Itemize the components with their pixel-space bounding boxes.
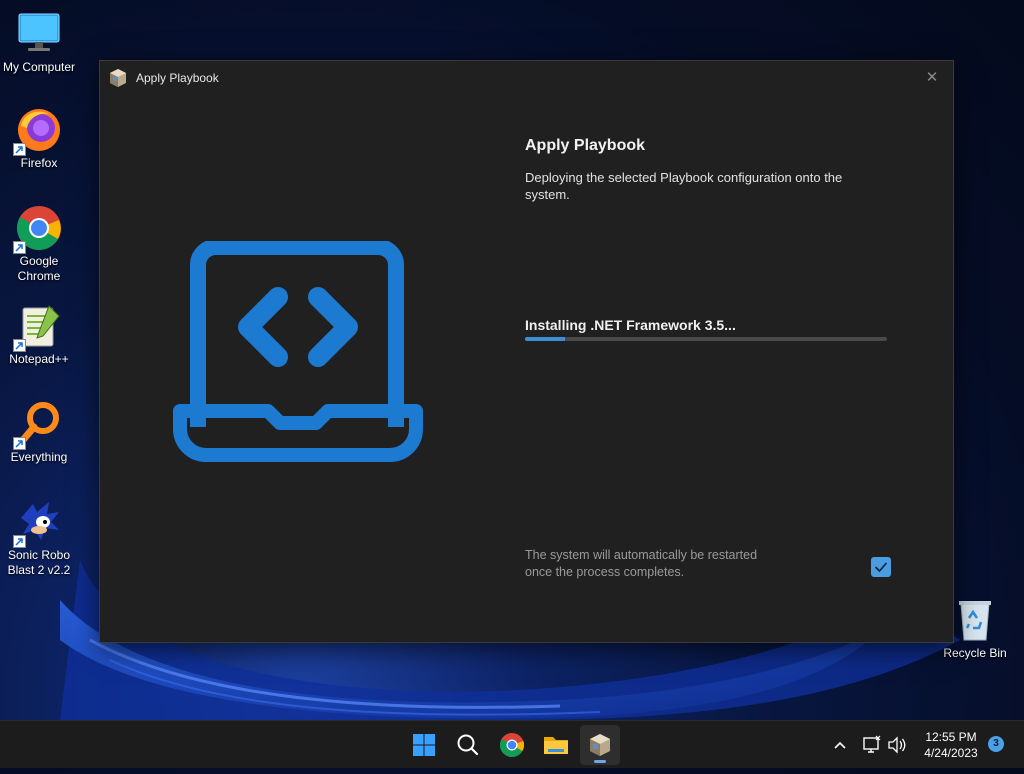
title-bar[interactable]: Apply Playbook ✕ (100, 61, 953, 95)
windows-logo-icon (413, 734, 435, 756)
desktop-icon-sonic-robo-blast[interactable]: Sonic Robo Blast 2 v2.2 (0, 498, 78, 578)
apply-playbook-window: Apply Playbook ✕ Apply Playbook Deployin… (99, 60, 954, 643)
taskbar-playbook-button[interactable] (580, 725, 620, 765)
desktop-icon-google-chrome[interactable]: Google Chrome (0, 204, 78, 284)
chrome-icon (499, 733, 525, 758)
desktop-icon-label: Sonic Robo Blast 2 v2.2 (7, 548, 71, 577)
monitor-icon (15, 10, 63, 58)
progress-bar-fill (525, 337, 565, 341)
ame-package-icon (108, 68, 128, 88)
folder-icon (544, 737, 568, 754)
search-icon (457, 734, 479, 756)
clock-time: 12:55 PM (925, 730, 977, 744)
desktop-icon-label: Recycle Bin (943, 646, 1007, 660)
chrome-icon (13, 204, 63, 254)
chevron-up-icon (834, 741, 846, 749)
desktop-icon-everything[interactable]: Everything (0, 400, 78, 465)
desktop-icon-label: Notepad++ (9, 352, 69, 366)
progress-bar (525, 337, 887, 341)
volume-button[interactable] (886, 721, 908, 769)
desktop-icon-label: Firefox (20, 156, 58, 170)
desktop-icon-firefox[interactable]: Firefox (0, 106, 78, 171)
magnifier-icon (13, 400, 63, 450)
shortcut-arrow-icon (13, 241, 26, 254)
close-icon: ✕ (925, 69, 939, 86)
desktop-icon-label: Everything (10, 450, 68, 464)
network-button[interactable] (860, 721, 884, 769)
desktop-icon-label: My Computer (2, 60, 76, 74)
search-button[interactable] (448, 725, 488, 765)
firefox-icon (13, 106, 63, 156)
network-icon (863, 735, 881, 753)
page-title: Apply Playbook (525, 137, 646, 154)
show-hidden-icons-button[interactable] (830, 721, 850, 769)
notification-badge[interactable]: 3 (988, 736, 1004, 752)
taskbar-file-explorer-button[interactable] (536, 725, 576, 765)
shortcut-arrow-icon (13, 535, 26, 548)
close-button[interactable]: ✕ (921, 67, 943, 89)
start-button[interactable] (404, 725, 444, 765)
status-text: Installing .NET Framework 3.5... (525, 317, 736, 333)
clock-date: 4/24/2023 (924, 746, 978, 760)
window-title: Apply Playbook (136, 71, 219, 85)
active-indicator (594, 760, 606, 763)
ame-package-icon (590, 734, 610, 756)
recycle-bin-icon (951, 596, 999, 644)
desktop-icon-my-computer[interactable]: My Computer (0, 10, 78, 75)
desktop-icon-notepad-plus-plus[interactable]: Notepad++ (0, 302, 78, 367)
restart-note: The system will automatically be restart… (525, 548, 758, 579)
volume-icon (888, 736, 906, 754)
shortcut-arrow-icon (13, 339, 26, 352)
sonic-icon (13, 498, 63, 548)
shortcut-arrow-icon (13, 143, 26, 156)
page-description: Deploying the selected Playbook configur… (525, 170, 843, 202)
desktop-icon-label: Google Chrome (17, 254, 61, 283)
notepad-plus-plus-icon (13, 302, 63, 352)
auto-restart-checkbox[interactable] (871, 557, 891, 577)
taskbar-chrome-button[interactable] (492, 725, 532, 765)
shortcut-arrow-icon (13, 437, 26, 450)
checkmark-icon (875, 562, 887, 572)
taskbar-clock[interactable]: 12:55 PM 4/24/2023 (906, 729, 996, 761)
laptop-code-icon (172, 239, 424, 468)
taskbar: 12:55 PM 4/24/2023 (0, 720, 1024, 768)
